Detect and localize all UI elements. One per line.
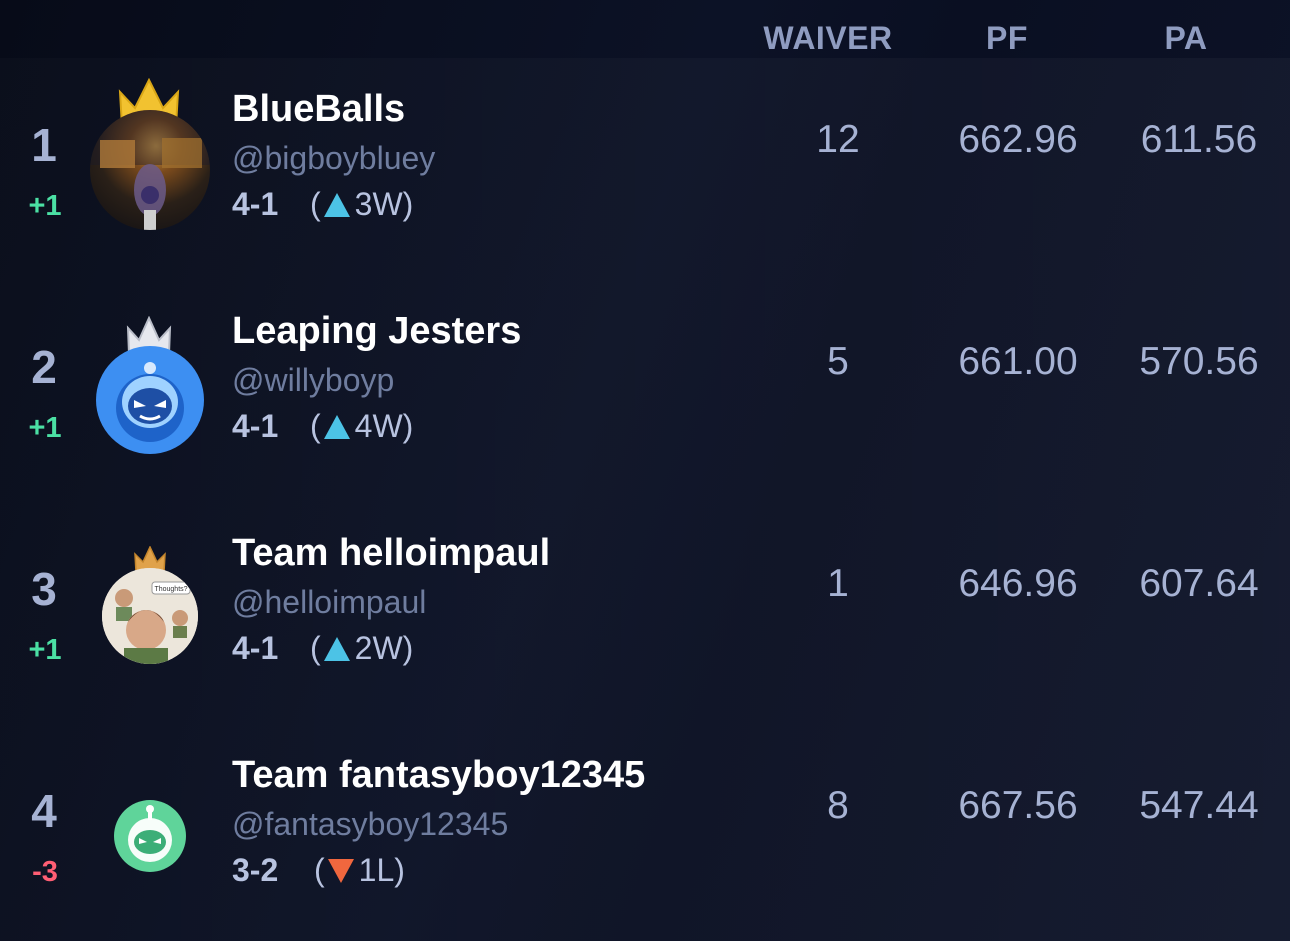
team-record: 4-1	[232, 408, 279, 444]
team-record: 3-2	[232, 852, 279, 888]
streak-text: 1L)	[358, 852, 405, 888]
triangle-up-icon	[323, 636, 350, 661]
team-handle[interactable]: @helloimpaul	[232, 584, 426, 621]
team-streak: ( 2W)	[310, 630, 413, 667]
waiver-value: 1	[827, 562, 849, 605]
points-for-value: 646.96	[958, 562, 1078, 605]
rank-change: +1	[28, 190, 62, 222]
rank-change: +1	[28, 634, 62, 666]
waiver-value: 12	[816, 118, 860, 161]
column-header-pf[interactable]: PF	[947, 20, 1067, 57]
team-avatar-container[interactable]	[86, 294, 214, 454]
team-streak: ( 3W)	[310, 186, 413, 223]
streak-text: 2W)	[354, 630, 414, 666]
points-against-value: 611.56	[1140, 118, 1258, 161]
standings-row[interactable]: 1 +1 BlueBalls @bigboybluey 4-1 ( 3W) 12…	[0, 58, 1290, 280]
team-handle[interactable]: @bigboybluey	[232, 140, 435, 177]
points-against-value: 607.64	[1139, 562, 1259, 605]
team-avatar-container[interactable]: Thoughts?	[86, 516, 214, 676]
column-header-pa[interactable]: PA	[1126, 20, 1246, 57]
avatar	[96, 346, 204, 454]
points-against-value: 570.56	[1139, 340, 1259, 383]
waiver-value: 5	[827, 340, 849, 383]
rank-number: 3	[31, 563, 57, 615]
points-for-value: 662.96	[958, 118, 1078, 161]
team-streak: ( 4W)	[310, 408, 413, 445]
team-record: 4-1	[232, 630, 279, 666]
team-streak: ( 1L)	[314, 852, 405, 889]
avatar-caption: Thoughts?	[154, 586, 187, 593]
team-handle[interactable]: @willyboyp	[232, 362, 394, 399]
rank-number: 2	[31, 341, 57, 393]
team-avatar-container[interactable]	[86, 72, 214, 232]
rank-number: 1	[31, 119, 57, 171]
standings-row[interactable]: 2 +1 Leaping Jesters @willyboyp 4-1 ( 4W…	[0, 280, 1290, 502]
points-for-value: 661.00	[958, 340, 1078, 383]
standings-row[interactable]: 3 +1 Thoughts? Team helloimpaul @helloim…	[0, 502, 1290, 724]
rank-change: +1	[28, 412, 62, 444]
avatar: Thoughts?	[102, 568, 198, 664]
triangle-up-icon	[323, 192, 350, 217]
team-name[interactable]: Team fantasyboy12345	[232, 754, 645, 797]
points-against-value: 547.44	[1139, 784, 1259, 827]
team-name[interactable]: BlueBalls	[232, 88, 405, 131]
streak-open-paren: (	[314, 852, 325, 888]
team-record: 4-1	[232, 186, 279, 222]
avatar	[114, 800, 186, 872]
streak-open-paren: (	[310, 408, 321, 444]
avatar	[90, 110, 210, 230]
column-header-waiver[interactable]: WAIVER	[748, 20, 908, 57]
streak-open-paren: (	[310, 630, 321, 666]
streak-open-paren: (	[310, 186, 321, 222]
team-handle[interactable]: @fantasyboy12345	[232, 806, 508, 843]
points-for-value: 667.56	[958, 784, 1078, 827]
waiver-value: 8	[827, 784, 849, 827]
streak-text: 3W)	[354, 186, 414, 222]
streak-text: 4W)	[354, 408, 414, 444]
standings-row[interactable]: 4 -3 Team fantasyboy12345 @fantasyboy123…	[0, 724, 1290, 941]
rank-number: 4	[31, 785, 57, 837]
rank-change: -3	[32, 856, 58, 888]
team-avatar-container[interactable]	[86, 738, 214, 898]
team-name[interactable]: Leaping Jesters	[232, 310, 521, 353]
triangle-down-icon	[327, 858, 354, 883]
triangle-up-icon	[323, 414, 350, 439]
team-name[interactable]: Team helloimpaul	[232, 532, 550, 575]
